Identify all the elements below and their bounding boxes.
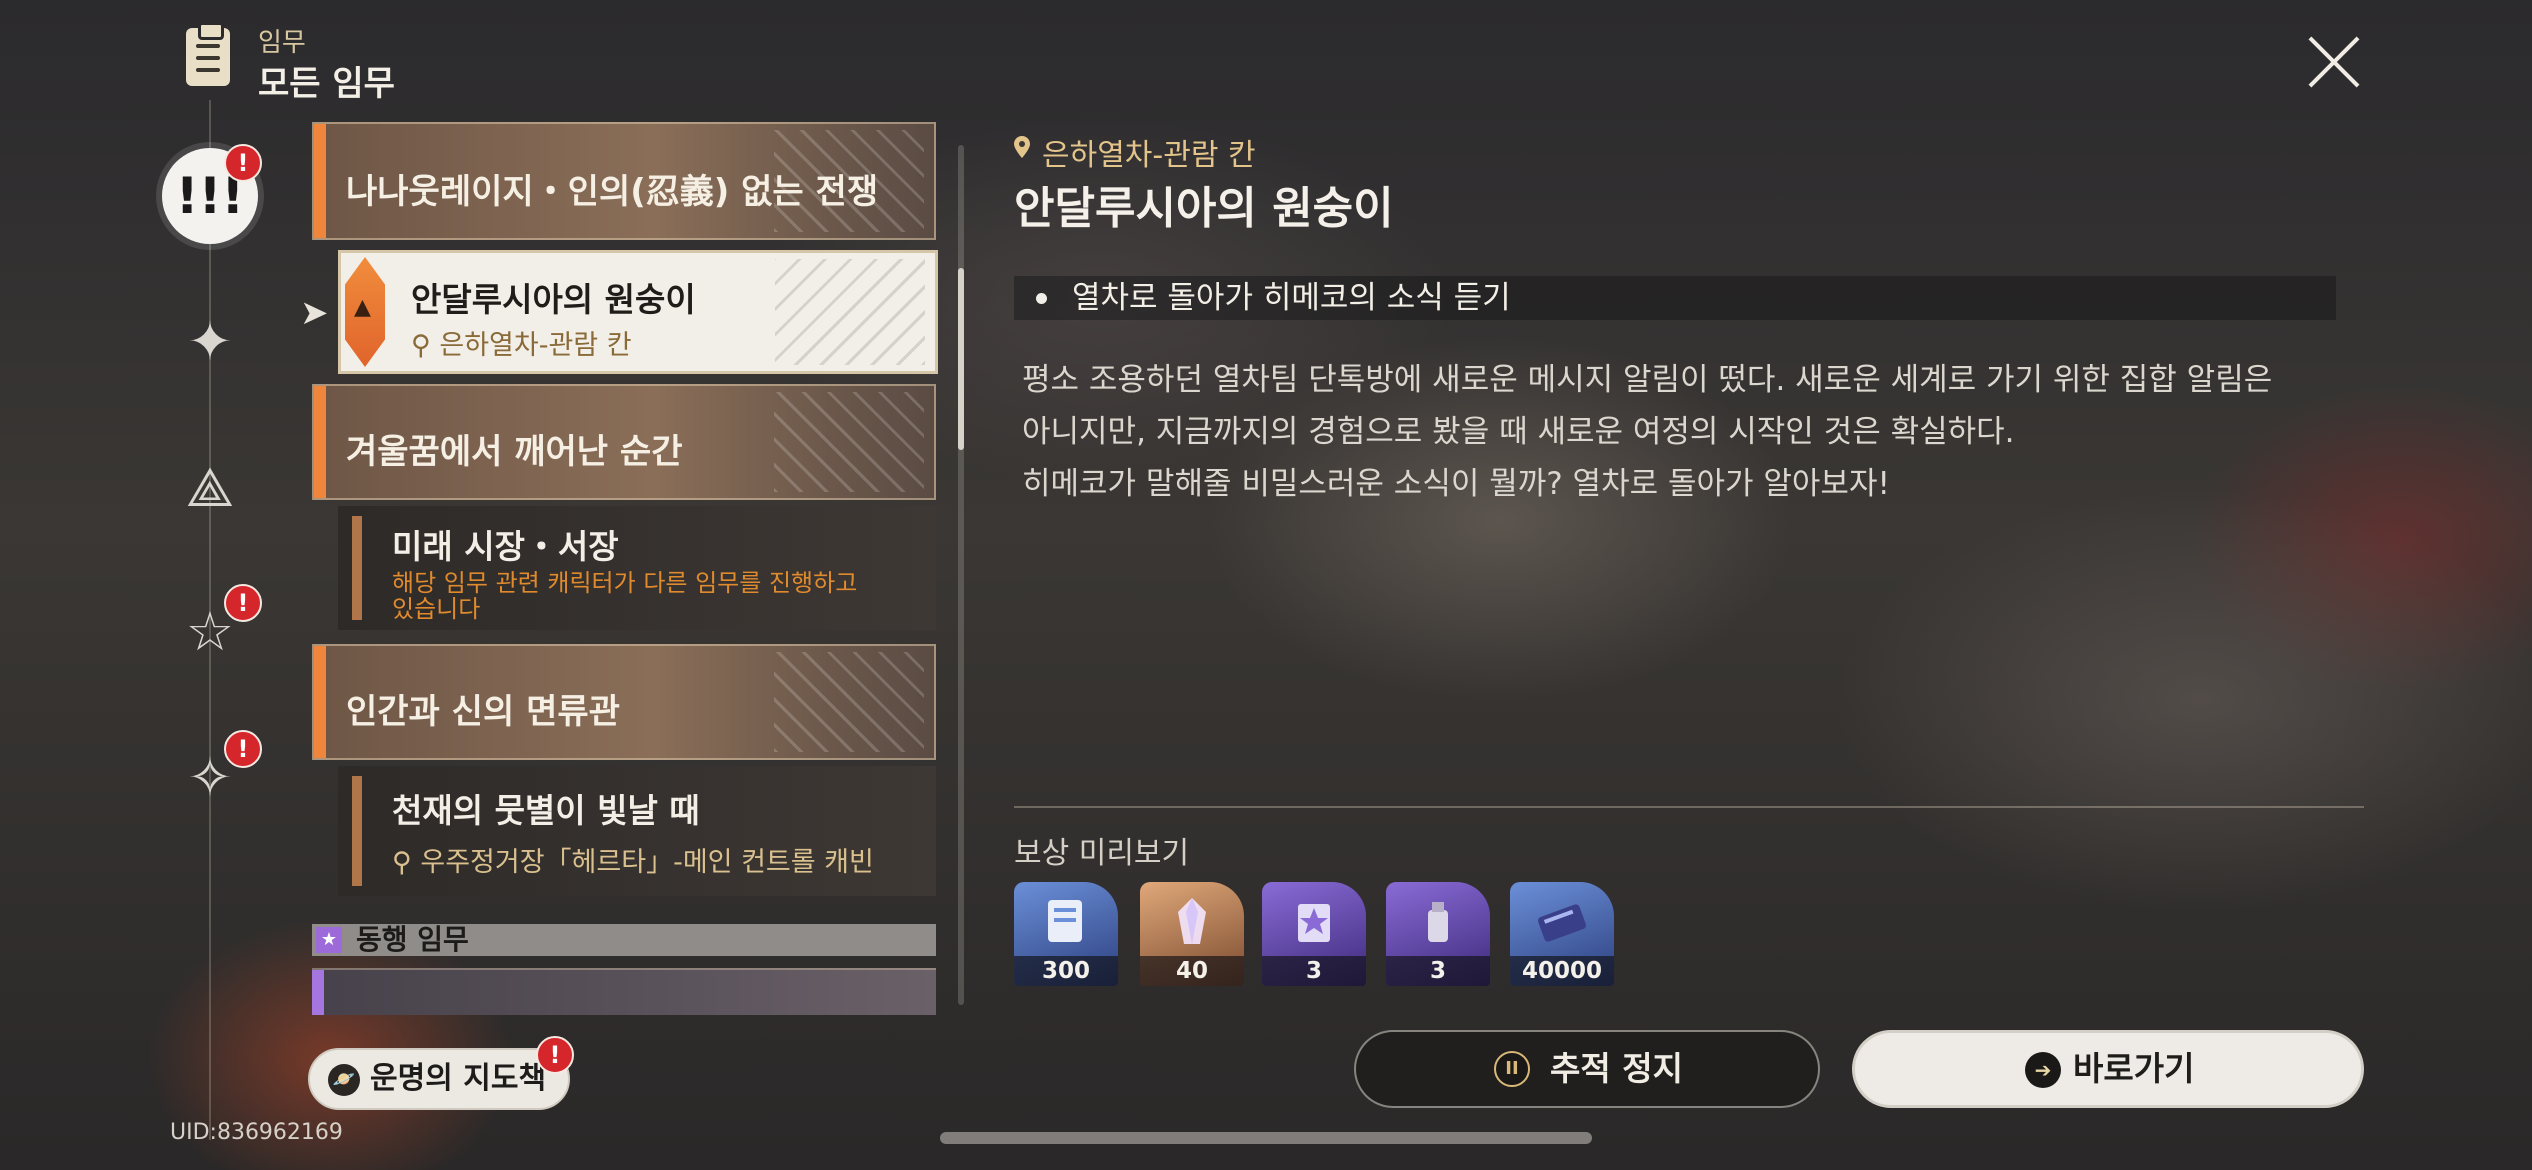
alert-badge: ! xyxy=(224,730,262,768)
group-emblem xyxy=(774,652,924,752)
group-accent xyxy=(314,124,326,238)
item-bar xyxy=(352,516,362,620)
go-button[interactable]: ➔ 바로가기 xyxy=(1852,1030,2364,1108)
rail-star-button[interactable]: ☆ ! xyxy=(162,584,262,680)
location-text: 은하열차-관람 칸 xyxy=(439,330,632,361)
alert-badge: ! xyxy=(536,1036,574,1074)
rail-diamond-star-button[interactable]: ✦ xyxy=(162,294,258,390)
reward-item-stellar-jade[interactable]: 40 xyxy=(1140,882,1244,986)
four-point-star-icon: ✧ xyxy=(187,746,233,809)
group-emblem xyxy=(774,392,924,492)
objective-bullet xyxy=(1036,293,1047,304)
close-icon[interactable] xyxy=(2306,34,2362,90)
exp-card-icon xyxy=(1048,900,1082,942)
reward-item-material-a[interactable]: 3 xyxy=(1262,882,1366,986)
mission-list: 나나웃레이지・인의(忍義) 없는 전쟁 안달루시아의 원숭이 ⚲ 은하열차-관람… xyxy=(310,120,938,1015)
pause-icon: II xyxy=(1494,1051,1530,1087)
category-title: 동행 임무 xyxy=(356,923,469,956)
mission-item-note: 해당 임무 관련 캐릭터가 다른 임무를 진행하고 있습니다 xyxy=(392,569,858,623)
mission-clipboard-icon xyxy=(186,22,230,86)
bottle-icon xyxy=(1428,902,1448,942)
mission-item-future-market[interactable]: 미래 시장・서장 해당 임무 관련 캐릭터가 다른 임무를 진행하고 있습니다 xyxy=(338,506,936,630)
header-subtitle: 임무 xyxy=(258,28,306,58)
destiny-atlas-button[interactable]: 🪐 운명의 지도책 ! xyxy=(308,1036,574,1110)
reward-item-credits[interactable]: 40000 xyxy=(1510,882,1614,986)
group-accent xyxy=(312,970,324,1015)
rail-four-point-star-button[interactable]: ✧ ! xyxy=(162,730,262,826)
scrollbar-thumb[interactable] xyxy=(958,268,964,450)
mission-item-location: ⚲ 우주정거장「헤르타」-메인 컨트롤 캐빈 xyxy=(392,840,874,879)
crystal-icon xyxy=(1178,898,1206,944)
mission-item-andalusia[interactable]: 안달루시아의 원숭이 ⚲ 은하열차-관람 칸 xyxy=(338,250,938,374)
rail-triangle-button[interactable]: ⟁ xyxy=(162,440,258,536)
location-text: 우주정거장「헤르타」-메인 컨트롤 캐빈 xyxy=(420,847,874,878)
stop-tracking-button[interactable]: II 추적 정지 xyxy=(1354,1030,1820,1108)
item-emblem xyxy=(775,259,925,365)
mission-item-genius-stars[interactable]: 천재의 뭇별이 빛날 때 ⚲ 우주정거장「헤르타」-메인 컨트롤 캐빈 xyxy=(338,766,936,896)
divider xyxy=(1014,806,2364,808)
triangle-icon: ⟁ xyxy=(185,456,235,519)
mission-group-nanautrage[interactable]: 나나웃레이지・인의(忍義) 없는 전쟁 xyxy=(312,122,936,240)
diamond-star-icon: ✦ xyxy=(187,310,233,373)
reward-item-material-b[interactable]: 3 xyxy=(1386,882,1490,986)
mission-group-winter-dream[interactable]: 겨울꿈에서 깨어난 순간 xyxy=(312,384,936,500)
mission-group-title: 겨울꿈에서 깨어난 순간 xyxy=(346,432,683,472)
detail-title: 안달루시아의 원숭이 xyxy=(1014,183,1394,234)
mission-type-icon xyxy=(345,257,385,367)
reward-amount: 3 xyxy=(1386,956,1490,986)
go-label: 바로가기 xyxy=(2073,1049,2195,1088)
detail-description-line: 평소 조용하던 열차팀 단톡방에 새로운 메시지 알림이 떴다. 새로운 세계로… xyxy=(1022,362,2273,398)
alert-badge: ! xyxy=(224,584,262,622)
detail-description-line: 히메코가 말해줄 비밀스러운 소식이 뭘까? 열차로 돌아가 알아보자! xyxy=(1022,466,1890,502)
home-indicator[interactable] xyxy=(940,1132,1592,1144)
reward-item-exp[interactable]: 300 xyxy=(1014,882,1118,986)
reward-preview-title: 보상 미리보기 xyxy=(1014,836,1190,871)
companion-mission-item[interactable] xyxy=(312,968,936,1015)
mission-item-title: 미래 시장・서장 xyxy=(392,527,619,566)
go-arrow-icon: ➔ xyxy=(2025,1052,2061,1088)
reward-amount: 40 xyxy=(1140,956,1244,986)
mission-item-location: ⚲ 은하열차-관람 칸 xyxy=(411,323,632,362)
reward-amount: 40000 xyxy=(1510,956,1614,986)
credit-card-icon xyxy=(1538,904,1586,942)
alert-badge: ! xyxy=(224,144,262,182)
mission-group-title: 인간과 신의 면류관 xyxy=(346,692,620,732)
category-companion-missions: ★ 동행 임무 xyxy=(312,924,936,956)
location-pin-icon: ⚲ xyxy=(392,847,421,878)
destiny-atlas-label: 운명의 지도책 xyxy=(370,1061,547,1096)
rail-all-missions-button[interactable]: !!! ! xyxy=(162,144,262,244)
location-pin-icon xyxy=(1014,136,1030,158)
planet-icon: 🪐 xyxy=(328,1064,360,1096)
stop-tracking-label: 추적 정지 xyxy=(1550,1049,1683,1088)
book-icon xyxy=(1298,904,1330,942)
mission-item-title: 천재의 뭇별이 빛날 때 xyxy=(392,791,700,830)
group-accent xyxy=(314,646,326,758)
objective-text: 열차로 돌아가 히메코의 소식 듣기 xyxy=(1072,280,1511,316)
detail-location: 은하열차-관람 칸 xyxy=(1042,138,1256,173)
detail-description-line: 아니지만, 지금까지의 경험으로 봤을 때 새로운 여정의 시작인 것은 확실하… xyxy=(1022,414,2015,450)
location-pin-icon: ⚲ xyxy=(411,330,440,361)
page-title: 모든 임무 xyxy=(258,64,395,104)
mission-item-title: 안달루시아의 원숭이 xyxy=(411,280,696,319)
uid-label: UID:836962169 xyxy=(170,1120,343,1145)
reward-amount: 300 xyxy=(1014,956,1118,986)
item-bar xyxy=(352,776,362,886)
reward-amount: 3 xyxy=(1262,956,1366,986)
mission-group-title: 나나웃레이지・인의(忍義) 없는 전쟁 xyxy=(346,172,879,212)
mission-group-crown[interactable]: 인간과 신의 면류관 xyxy=(312,644,936,760)
detail-objective: 열차로 돌아가 히메코의 소식 듣기 xyxy=(1014,276,2336,320)
companion-star-icon: ★ xyxy=(316,927,342,953)
group-accent xyxy=(314,386,326,498)
